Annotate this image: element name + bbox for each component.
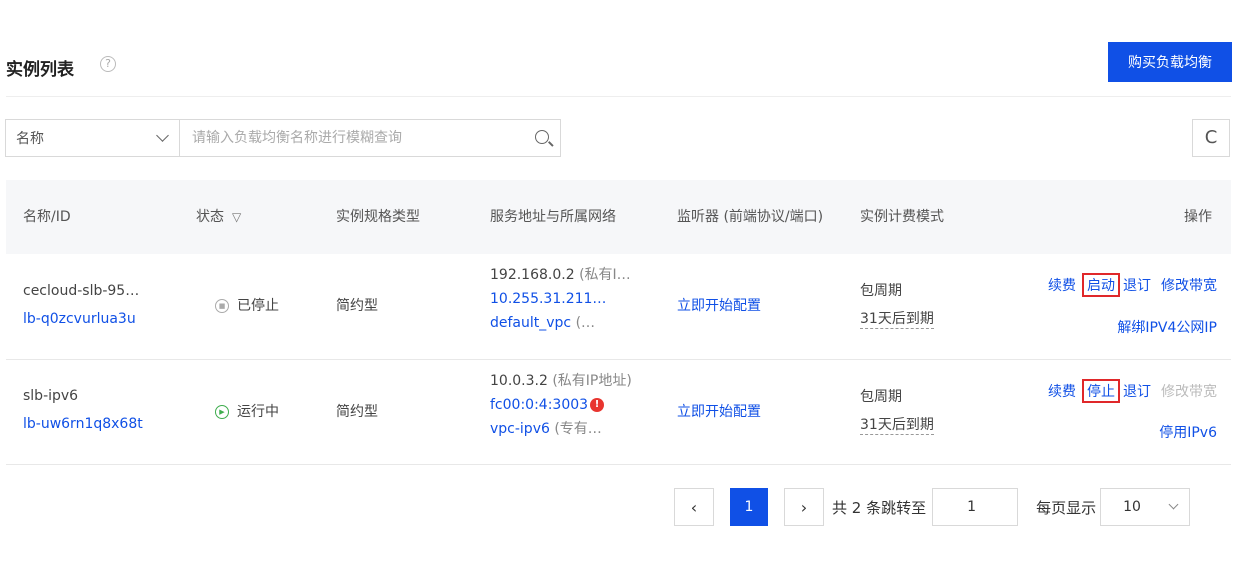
page-title: 实例列表	[6, 60, 74, 80]
spec-type: 简约型	[336, 404, 378, 420]
col-listener: 监听器 (前端协议/端口)	[677, 209, 824, 225]
total-count-text: 共 2 条跳转至	[832, 498, 927, 517]
renew-link[interactable]: 续费	[1048, 275, 1076, 295]
ip-note: (私有I…	[579, 267, 631, 283]
expiry-text[interactable]: 31天后到期	[860, 311, 934, 329]
private-ip: 10.0.3.2	[490, 373, 548, 389]
warning-icon[interactable]: !	[590, 398, 605, 412]
stopped-icon: ■	[215, 299, 229, 313]
public-ip-link[interactable]: 10.255.31.211…	[490, 287, 631, 311]
col-ops: 操作	[1184, 209, 1212, 225]
unbind-ipv4-link[interactable]: 解绑IPV4公网IP	[1117, 320, 1217, 336]
status-badge: ■ 已停止	[215, 294, 279, 318]
start-link[interactable]: 启动	[1082, 273, 1120, 297]
instance-id-link[interactable]: lb-q0zcvurlua3u	[23, 307, 139, 331]
page-number-current[interactable]: 1	[730, 488, 768, 526]
instance-name: cecloud-slb-95…	[23, 283, 140, 299]
col-spec: 实例规格类型	[336, 209, 420, 225]
next-page-button[interactable]: ›	[784, 488, 824, 526]
pagination: ‹ 1 › 共 2 条跳转至 每页显示 10	[674, 488, 1191, 526]
instance-name: slb-ipv6	[23, 388, 79, 404]
status-text: 已停止	[237, 298, 279, 314]
search-box	[179, 119, 561, 157]
expiry-text[interactable]: 31天后到期	[860, 417, 934, 435]
col-billing: 实例计费模式	[860, 209, 944, 225]
billing-mode: 包周期	[860, 283, 902, 299]
vpc-link[interactable]: vpc-ipv6	[490, 421, 550, 437]
modify-bandwidth-link-disabled: 修改带宽	[1161, 384, 1217, 400]
table-row: slb-ipv6 lb-uw6rn1q8x68t ▶ 运行中 简约型 10.0.…	[6, 360, 1231, 465]
filter-icon[interactable]: ▽	[232, 206, 241, 228]
search-input[interactable]	[192, 120, 530, 156]
col-status[interactable]: 状态 ▽	[196, 180, 241, 254]
ipv6-address-link[interactable]: fc00:0:4:3003	[490, 397, 588, 413]
unsubscribe-link[interactable]: 退订	[1123, 275, 1151, 295]
refresh-button[interactable]: C	[1192, 119, 1230, 157]
table-row: cecloud-slb-95… lb-q0zcvurlua3u ■ 已停止 简约…	[6, 254, 1231, 360]
search-icon[interactable]	[530, 120, 560, 156]
help-icon[interactable]: ?	[100, 56, 116, 72]
col-address: 服务地址与所属网络	[490, 209, 616, 225]
instance-id-link[interactable]: lb-uw6rn1q8x68t	[23, 412, 143, 436]
configure-listener-link[interactable]: 立即开始配置	[677, 400, 761, 424]
modify-bandwidth-link[interactable]: 修改带宽	[1161, 275, 1217, 295]
page-size-select[interactable]: 10	[1100, 488, 1191, 526]
table-header: 名称/ID 状态 ▽ 实例规格类型 服务地址与所属网络 监听器 (前端协议/端口…	[6, 180, 1231, 254]
chevron-down-icon	[156, 129, 169, 142]
status-text: 运行中	[237, 404, 279, 420]
chevron-down-icon	[1168, 499, 1179, 510]
configure-listener-link[interactable]: 立即开始配置	[677, 294, 761, 318]
running-icon: ▶	[215, 405, 229, 419]
col-status-label: 状态	[196, 209, 224, 225]
filter-field-value: 名称	[16, 131, 44, 147]
spec-type: 简约型	[336, 298, 378, 314]
renew-link[interactable]: 续费	[1048, 381, 1076, 401]
prev-page-button[interactable]: ‹	[674, 488, 714, 526]
private-ip: 192.168.0.2	[490, 267, 575, 283]
page-size-value: 10	[1123, 499, 1141, 515]
disable-ipv6-link[interactable]: 停用IPv6	[1159, 425, 1217, 441]
buy-load-balancer-button[interactable]: 购买负载均衡	[1108, 42, 1232, 82]
ip-note: (私有IP地址)	[552, 373, 632, 389]
vpc-note: (…	[575, 315, 596, 331]
jump-page-input[interactable]	[932, 488, 1019, 526]
vpc-note: (专有…	[554, 421, 602, 437]
stop-link[interactable]: 停止	[1082, 379, 1120, 403]
filter-field-select[interactable]: 名称	[5, 119, 179, 157]
col-name: 名称/ID	[23, 209, 71, 225]
status-badge: ▶ 运行中	[215, 400, 279, 424]
per-page-label: 每页显示	[1036, 498, 1097, 517]
vpc-link[interactable]: default_vpc	[490, 315, 571, 331]
divider	[6, 96, 1231, 97]
billing-mode: 包周期	[860, 389, 902, 405]
unsubscribe-link[interactable]: 退订	[1123, 381, 1151, 401]
